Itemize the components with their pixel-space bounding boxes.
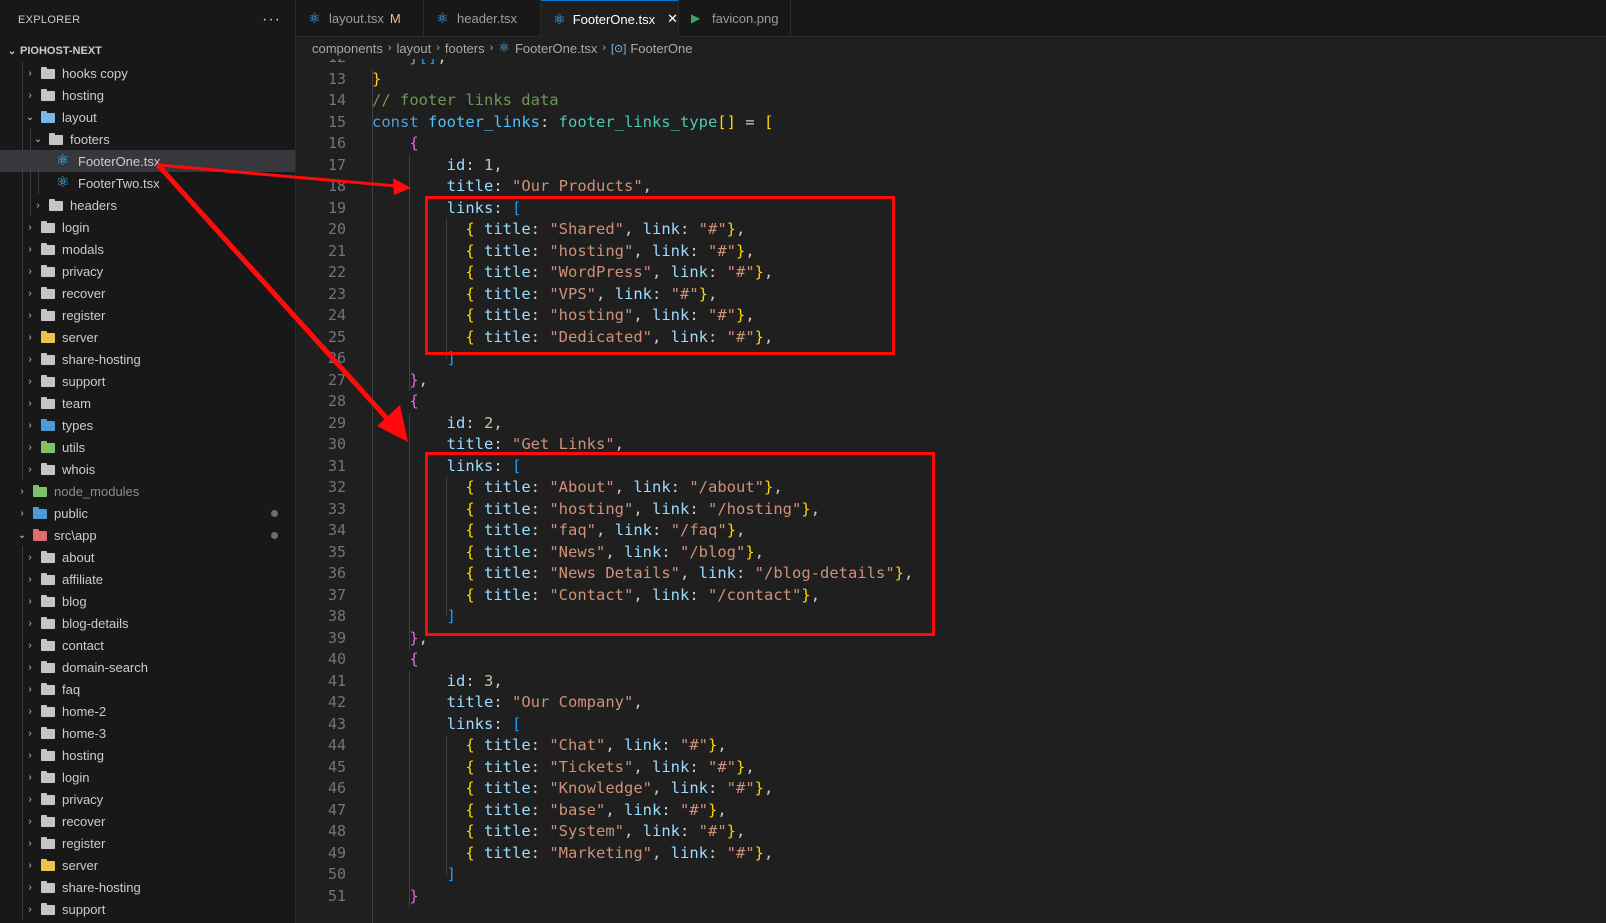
arrow-to-products [157, 163, 411, 195]
arrow-to-links [156, 163, 408, 442]
annotation-arrows [156, 163, 411, 442]
